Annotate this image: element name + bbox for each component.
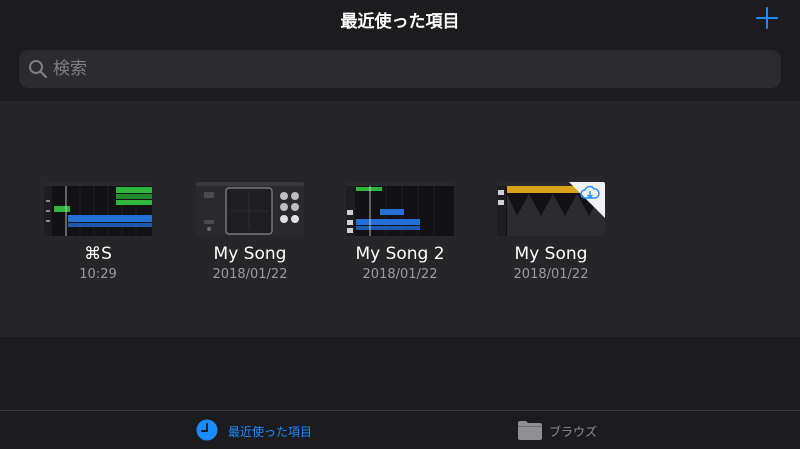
- document-item[interactable]: ⌘S 10:29: [44, 182, 152, 282]
- document-item[interactable]: My Song 2 2018/01/22: [346, 182, 454, 282]
- app-window: 最近使った項目 検索 ⌘S 10:29 My Song 2018/01/22 M…: [0, 0, 800, 449]
- folder-icon: [518, 421, 542, 440]
- search-bar[interactable]: [19, 50, 781, 88]
- tab-browse[interactable]: ブラウズ: [517, 411, 617, 449]
- add-icon[interactable]: [756, 7, 778, 29]
- song-thumbnail: [346, 182, 454, 236]
- tab-recent-label: 最近使った項目: [228, 425, 313, 439]
- document-item[interactable]: My Song 2018/01/22: [497, 182, 605, 282]
- tab-bar: 最近使った項目 ブラウズ: [0, 410, 800, 449]
- tab-recent[interactable]: 最近使った項目: [196, 411, 336, 449]
- page-title: 最近使った項目: [340, 12, 460, 32]
- empty-area: [0, 337, 800, 410]
- song-thumbnail: [497, 182, 605, 236]
- document-item[interactable]: My Song 2018/01/22: [196, 182, 304, 282]
- song-thumbnail: [196, 182, 304, 236]
- document-name: My Song: [514, 244, 588, 264]
- tab-browse-label: ブラウズ: [549, 425, 598, 439]
- nav-bar: 最近使った項目: [0, 0, 800, 40]
- search-icon: [29, 60, 48, 79]
- clock-icon: [196, 419, 218, 441]
- song-thumbnail: [44, 182, 152, 236]
- search-input[interactable]: [53, 50, 753, 88]
- cloud-download-icon: [580, 185, 600, 199]
- document-date: 2018/01/22: [513, 267, 589, 282]
